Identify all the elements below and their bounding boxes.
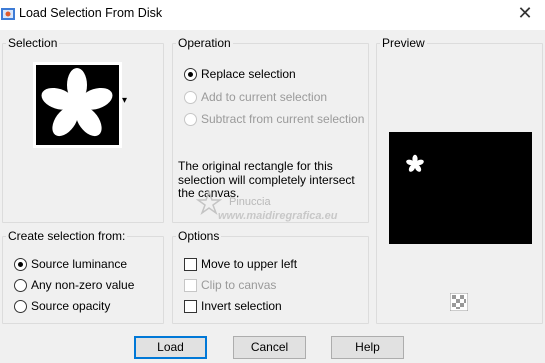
help-button[interactable]: Help	[331, 336, 404, 359]
checkbox-invert-selection[interactable]: Invert selection	[184, 299, 282, 313]
message-line: selection will completely intersect	[178, 172, 355, 187]
radio-indicator	[14, 257, 27, 271]
watermark-line2: www.maidiregrafica.eu	[218, 210, 338, 222]
load-button[interactable]: Load	[134, 336, 207, 359]
checkbox-move-to-upper-left[interactable]: Move to upper left	[184, 257, 297, 271]
window-title: Load Selection From Disk	[19, 6, 163, 20]
operation-group-title: Operation	[176, 36, 233, 50]
flower-shape-icon	[36, 65, 119, 145]
radio-label: Add to current selection	[201, 90, 328, 104]
cancel-button[interactable]: Cancel	[233, 336, 306, 359]
app-icon	[1, 8, 15, 20]
watermark-line1: Pinuccia	[229, 196, 271, 208]
radio-indicator	[14, 278, 27, 292]
selection-thumbnail[interactable]	[33, 62, 122, 148]
radio-label: Subtract from current selection	[201, 112, 365, 126]
radio-add-to-selection[interactable]: Add to current selection	[184, 90, 327, 104]
create-from-group: Create selection from: Source luminance …	[2, 229, 164, 324]
preview-canvas	[389, 132, 532, 244]
radio-subtract-from-selection[interactable]: Subtract from current selection	[184, 112, 364, 126]
selection-group: Selection ▾	[2, 36, 164, 223]
radio-source-luminance[interactable]: Source luminance	[14, 257, 127, 271]
options-group-title: Options	[176, 229, 222, 243]
checkbox-clip-to-canvas[interactable]: Clip to canvas	[184, 278, 276, 292]
title-bar: Load Selection From Disk ✕	[0, 0, 545, 30]
radio-label: Replace selection	[201, 67, 296, 81]
preview-group: Preview	[376, 36, 543, 324]
create-from-group-title: Create selection from:	[6, 229, 128, 243]
radio-indicator	[184, 90, 197, 104]
checkbox-label: Clip to canvas	[201, 278, 277, 292]
checkbox-indicator	[184, 257, 197, 271]
thumbnail-dropdown-arrow[interactable]: ▾	[122, 95, 127, 106]
message-line: The original rectangle for this	[178, 159, 333, 173]
radio-indicator	[184, 67, 197, 81]
radio-label: Any non-zero value	[31, 278, 135, 292]
dialog-body: Selection ▾ Operation Replace selection	[0, 30, 545, 363]
radio-indicator	[184, 112, 197, 126]
radio-indicator	[14, 299, 27, 313]
radio-label: Source luminance	[31, 257, 128, 271]
checkbox-label: Invert selection	[201, 299, 282, 313]
radio-any-non-zero-value[interactable]: Any non-zero value	[14, 278, 134, 292]
checkbox-indicator	[184, 299, 197, 313]
checkbox-indicator	[184, 278, 197, 292]
preview-flower-icon	[406, 154, 424, 172]
close-button[interactable]: ✕	[515, 3, 535, 23]
radio-source-opacity[interactable]: Source opacity	[14, 299, 110, 313]
selection-group-title: Selection	[6, 36, 60, 50]
radio-label: Source opacity	[31, 299, 111, 313]
checkerboard-icon[interactable]	[450, 293, 468, 311]
radio-replace-selection[interactable]: Replace selection	[184, 67, 296, 81]
preview-group-title: Preview	[380, 36, 427, 50]
checkbox-label: Move to upper left	[201, 257, 298, 271]
options-group: Options Move to upper left Clip to canva…	[172, 229, 369, 324]
